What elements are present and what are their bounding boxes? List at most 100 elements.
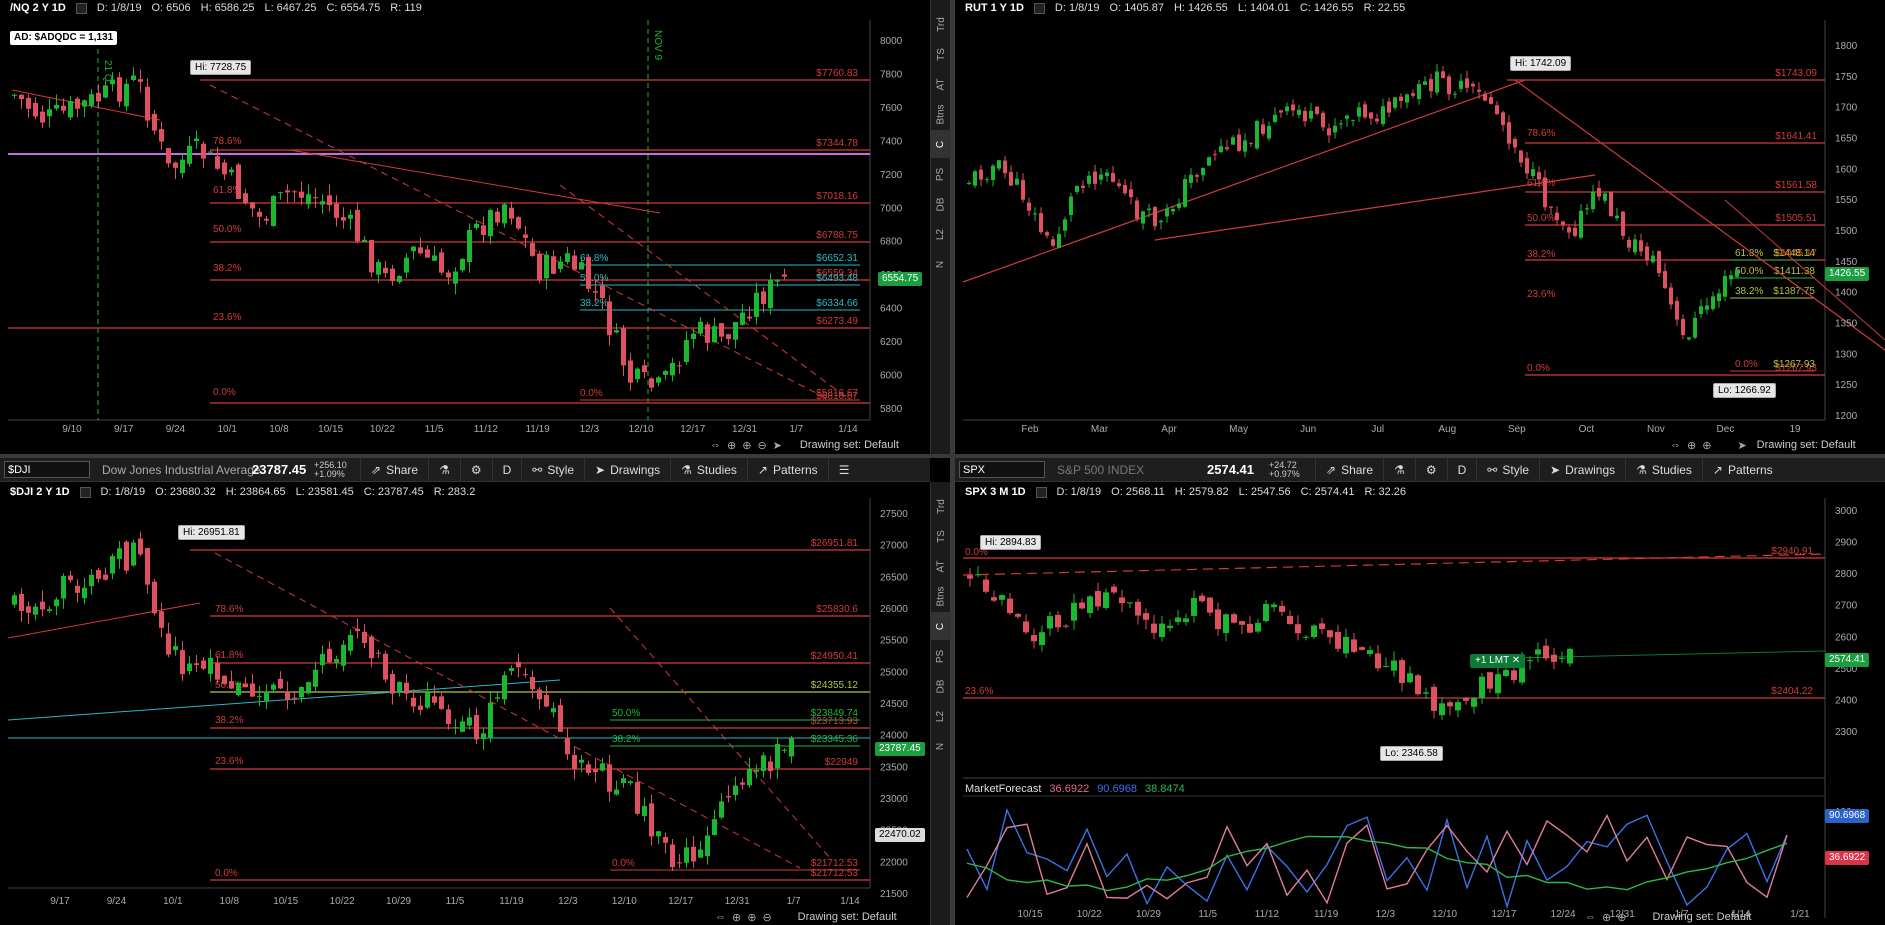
- zoom-icon[interactable]: ⊕: [742, 439, 751, 452]
- nq-chart-pane[interactable]: /NQ 2 Y 1D D: 1/8/19 O: 6506 H: 6586.25 …: [0, 0, 930, 454]
- last-price-tag: 2574.41: [1825, 653, 1870, 667]
- side-tab-n[interactable]: N: [931, 732, 951, 760]
- side-tab-trd[interactable]: Trd: [931, 492, 951, 520]
- nq-candle-chart[interactable]: 21 Q NOV 9 $7760.83 $7344.78 $7018.16 $6788.7…: [0, 0, 930, 454]
- candle-body: [509, 207, 514, 219]
- candle-body: [1585, 208, 1589, 210]
- cursor-arrow-icon[interactable]: ➤: [773, 439, 782, 452]
- side-tab-db[interactable]: DB: [931, 190, 951, 218]
- candle-body: [152, 581, 157, 614]
- candle-body: [82, 587, 87, 599]
- candle-body: [1023, 621, 1029, 633]
- candle-body: [173, 162, 178, 168]
- candle-body: [1579, 210, 1583, 238]
- fib-price-label: $25830.6: [816, 604, 858, 615]
- side-tab-ts[interactable]: TS: [931, 522, 951, 550]
- side-tab-ps[interactable]: PS: [931, 642, 951, 670]
- candle-body: [1507, 122, 1511, 144]
- study-red-tag: 36.6922: [1825, 851, 1870, 865]
- candle-body: [1119, 597, 1125, 604]
- side-tab-at[interactable]: AT: [931, 70, 951, 98]
- side-tab-db[interactable]: DB: [931, 672, 951, 700]
- x-axis-tick: Nov: [1647, 424, 1665, 435]
- spx-candle-chart[interactable]: $2940.910.0%$2404.2223.6%300029002800270…: [955, 458, 1885, 925]
- zoom-icon[interactable]: ⊕: [747, 911, 756, 924]
- side-tab-label: PS: [935, 649, 947, 663]
- dji-chart-pane[interactable]: $DJI Dow Jones Industrial Average 23787.…: [0, 458, 930, 925]
- candle-body: [33, 102, 38, 117]
- candle-body: [299, 191, 304, 198]
- candle-body: [1153, 207, 1157, 227]
- candle-body: [124, 83, 129, 107]
- candle-body: [1369, 112, 1373, 119]
- side-tab-label: L2: [935, 228, 947, 240]
- y-axis-tick: 23500: [880, 762, 908, 773]
- chart-nav-controls[interactable]: ⇔ ⊕ ⊕ ➤ Drawing set: Default: [1670, 437, 1856, 453]
- spx-chart-pane[interactable]: SPX S&P 500 INDEX 2574.41 +24.72 +0.97% ⇗…: [955, 458, 1885, 925]
- candle-body: [1447, 702, 1453, 707]
- pan-arrows-icon[interactable]: ⇔: [1670, 439, 1681, 451]
- chart-nav-controls[interactable]: ⇔ ⊕ ⊕ ⊖ Drawing set: Default: [715, 909, 897, 925]
- crosshair-icon[interactable]: ⊕: [727, 439, 736, 452]
- zoom-icon[interactable]: ⊕: [1702, 439, 1711, 452]
- side-tab-ps[interactable]: PS: [931, 160, 951, 188]
- crosshair-icon[interactable]: ⊕: [732, 911, 741, 924]
- candle-body: [712, 326, 717, 343]
- dji-candle-chart[interactable]: $26951.81$25830.6$24950.41$24355.12$2371…: [0, 458, 930, 925]
- candle-body: [1249, 142, 1253, 144]
- zoom-out-icon[interactable]: ⊖: [757, 439, 766, 452]
- pan-arrows-icon[interactable]: ⇔: [710, 439, 721, 451]
- candle-body: [1663, 271, 1667, 289]
- drawing-set-label[interactable]: Drawing set: Default: [1757, 439, 1856, 451]
- candle-body: [775, 744, 780, 769]
- candle-body: [635, 782, 640, 814]
- side-tab-at[interactable]: AT: [931, 552, 951, 580]
- side-tab-l2[interactable]: L2: [931, 702, 951, 730]
- drawing-set-label[interactable]: Drawing set: Default: [1652, 911, 1751, 923]
- fib-percent-label: 23.6%: [1527, 289, 1555, 300]
- candle-body: [159, 129, 164, 142]
- candle-body: [404, 682, 409, 694]
- side-tab-btns[interactable]: Btns: [931, 582, 951, 610]
- candle-body: [1335, 631, 1341, 649]
- side-tab-l2[interactable]: L2: [931, 220, 951, 248]
- candle-body: [1495, 674, 1501, 694]
- drawing-set-label[interactable]: Drawing set: Default: [798, 911, 897, 923]
- candle-body: [1309, 110, 1313, 119]
- crosshair-icon[interactable]: ⊕: [1602, 911, 1611, 924]
- chart-nav-controls[interactable]: ⇔ ⊕ ⊕ Drawing set: Default: [1585, 909, 1751, 925]
- side-tab-c[interactable]: C: [931, 130, 951, 158]
- candle-body: [285, 691, 290, 700]
- side-tab-n[interactable]: N: [931, 250, 951, 278]
- candle-body: [488, 210, 493, 237]
- zoom-icon[interactable]: ⊕: [1617, 911, 1626, 924]
- limit-order-flag[interactable]: +1 LMT ✕: [1470, 654, 1526, 668]
- candle-body: [530, 243, 535, 256]
- x-axis-tick: 10/22: [1077, 909, 1102, 920]
- crosshair-icon[interactable]: ⊕: [1687, 439, 1696, 452]
- drawing-set-label[interactable]: Drawing set: Default: [800, 439, 899, 451]
- candle-body: [40, 111, 45, 123]
- horizontal-splitter[interactable]: [0, 454, 1885, 458]
- zoom-out-icon[interactable]: ⊖: [762, 911, 771, 924]
- candle-body: [89, 94, 94, 106]
- fib-percent-label: 23.6%: [215, 756, 243, 767]
- candle-body: [131, 75, 136, 81]
- cursor-arrow-icon[interactable]: ➤: [1737, 439, 1746, 452]
- x-axis-tick: 10/22: [330, 896, 355, 907]
- rut-chart-pane[interactable]: RUT 1 Y 1D D: 1/8/19 O: 1405.87 H: 1426.…: [955, 0, 1885, 454]
- x-axis-tick: 12/31: [725, 896, 750, 907]
- side-tab-ts[interactable]: TS: [931, 40, 951, 68]
- candle-body: [663, 370, 668, 375]
- pan-arrows-icon[interactable]: ⇔: [715, 911, 726, 923]
- x-axis-tick: 9/24: [107, 896, 127, 907]
- candle-body: [558, 261, 563, 269]
- side-tab-trd[interactable]: Trd: [931, 10, 951, 38]
- candle-body: [460, 258, 465, 271]
- pan-arrows-icon[interactable]: ⇔: [1585, 911, 1596, 923]
- close-icon[interactable]: ✕: [1512, 655, 1520, 666]
- chart-nav-controls[interactable]: ⇔ ⊕ ⊕ ⊖ ➤ Drawing set: Default: [710, 437, 899, 453]
- side-tab-c[interactable]: C: [931, 612, 951, 640]
- side-tab-btns[interactable]: Btns: [931, 100, 951, 128]
- candle-body: [628, 360, 633, 383]
